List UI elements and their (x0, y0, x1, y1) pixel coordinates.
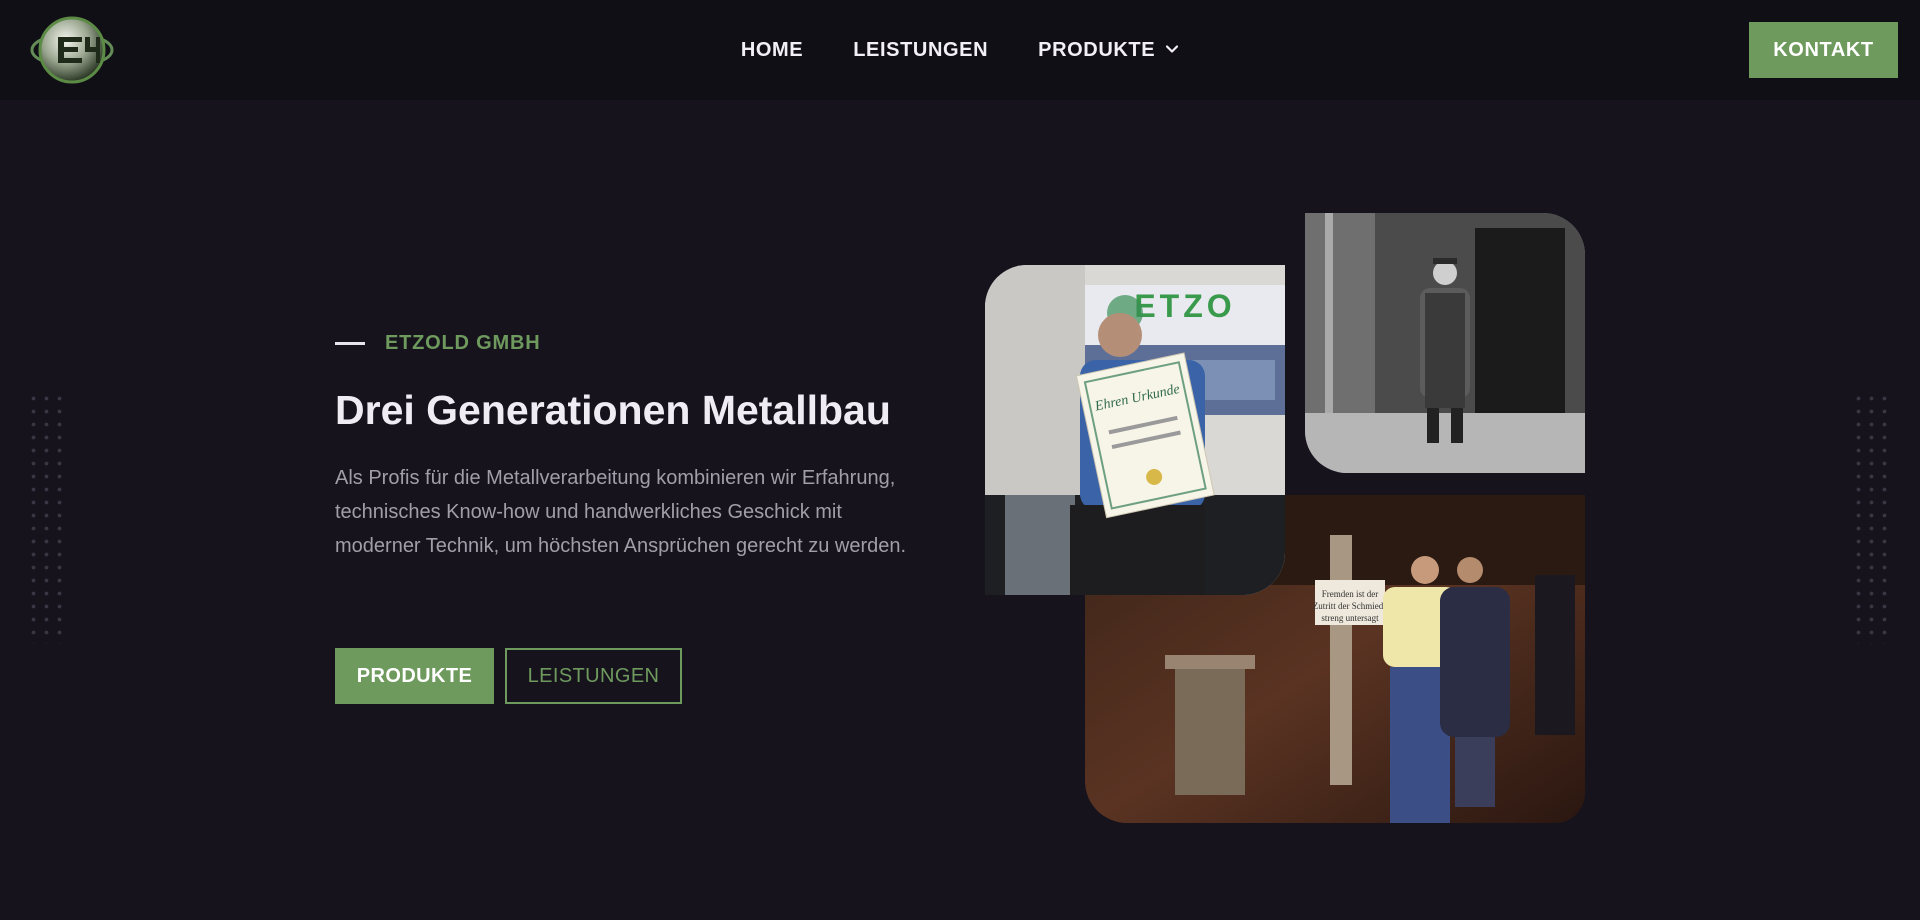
award-photo: ETZO Ehren Urkunde (985, 265, 1285, 595)
produkte-button[interactable]: PRODUKTE (335, 648, 494, 704)
nav-home[interactable]: HOME (741, 39, 803, 62)
blacksmith-photo (1305, 213, 1585, 473)
nav-leistungen[interactable]: LEISTUNGEN (853, 39, 988, 62)
decorative-dots-left (27, 392, 67, 644)
nav-leistungen-label: LEISTUNGEN (853, 38, 989, 61)
nav-home-label: HOME (740, 38, 804, 61)
svg-text:streng untersagt: streng untersagt (1321, 613, 1379, 623)
nav-produkte-label: PRODUKTE (1038, 38, 1156, 61)
logo-icon[interactable] (30, 15, 114, 85)
chevron-down-icon (1165, 39, 1179, 62)
eyebrow-label: ETZOLD GMBH (385, 331, 541, 354)
hero-description: Als Profis für die Metallverarbeitung ko… (335, 467, 907, 557)
svg-text:Fremden ist der: Fremden ist der (1322, 589, 1379, 599)
hero-eyebrow: ETZOLD GMBH (335, 330, 540, 356)
award-sign-text: ETZO (1134, 288, 1235, 324)
decorative-dots-right (1852, 392, 1892, 644)
svg-text:Zutritt der Schmiede: Zutritt der Schmiede (1313, 601, 1387, 611)
nav-produkte[interactable]: PRODUKTE (1038, 39, 1179, 62)
eyebrow-line (335, 341, 365, 345)
leistungen-button[interactable]: LEISTUNGEN (505, 648, 682, 704)
kontakt-button[interactable]: KONTAKT (1749, 22, 1898, 78)
hero-title: Drei Generationen Metallbau (335, 387, 891, 433)
